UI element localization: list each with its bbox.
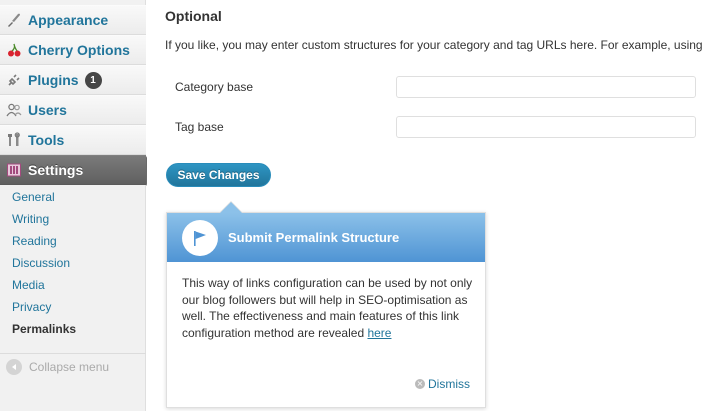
dismiss-button[interactable]: × Dismiss (415, 377, 470, 391)
submenu-item-privacy[interactable]: Privacy (0, 296, 146, 318)
cherry-icon (5, 41, 23, 59)
menu-item-label: Settings (28, 162, 84, 178)
pointer-header: Submit Permalink Structure (167, 213, 485, 262)
urls-abbreviation: URLs (536, 38, 567, 52)
submenu-item-general[interactable]: General (0, 186, 146, 208)
menu-item-settings[interactable]: Settings (0, 155, 155, 186)
dismiss-label: Dismiss (428, 377, 470, 391)
settings-icon (5, 161, 23, 179)
flag-icon (182, 219, 218, 256)
tools-icon (5, 131, 23, 149)
menu-item-plugins[interactable]: Plugins 1 (0, 65, 146, 95)
users-icon (5, 101, 23, 119)
save-changes-button[interactable]: Save Changes (166, 163, 271, 187)
category-base-input[interactable] (396, 76, 696, 98)
permalink-pointer-popup: Submit Permalink Structure This way of l… (166, 201, 486, 408)
tag-base-input[interactable] (396, 116, 696, 138)
submenu-item-writing[interactable]: Writing (0, 208, 146, 230)
menu-item-cherry-options[interactable]: Cherry Options (0, 35, 146, 65)
menu-item-label: Users (28, 102, 67, 118)
update-count-badge: 1 (84, 71, 102, 89)
menu-item-label: Cherry Options (28, 42, 130, 58)
menu-item-label: Appearance (28, 12, 109, 28)
pointer-body: This way of links configuration can be u… (182, 275, 474, 341)
submenu-item-permalinks[interactable]: Permalinks (0, 318, 146, 340)
tag-base-label: Tag base (175, 120, 224, 134)
dismiss-x-icon: × (415, 379, 425, 389)
settings-submenu: General Writing Reading Discussion Media… (0, 186, 146, 340)
submenu-item-reading[interactable]: Reading (0, 230, 146, 252)
plugin-icon (5, 71, 23, 89)
menu-item-users[interactable]: Users (0, 95, 146, 125)
section-title: Optional (165, 8, 222, 24)
appearance-icon (5, 11, 23, 29)
menu-item-label: Tools (28, 132, 65, 148)
pointer-body-text: This way of links configuration can be u… (182, 276, 473, 340)
collapse-menu-button[interactable]: Collapse menu (0, 353, 146, 379)
pointer-arrow-fill (220, 202, 242, 213)
intro-text: If you like, you may enter custom struct… (165, 38, 715, 52)
intro-suffix: here. For example, using (566, 38, 703, 52)
admin-sidebar: Appearance Cherry Options Plugins 1 User… (0, 0, 155, 411)
submenu-item-discussion[interactable]: Discussion (0, 252, 146, 274)
intro-prefix: If you like, you may enter custom struct… (165, 38, 537, 52)
menu-item-appearance[interactable]: Appearance (0, 5, 146, 35)
category-base-label: Category base (175, 80, 254, 94)
pointer-title: Submit Permalink Structure (228, 230, 400, 245)
menu-item-tools[interactable]: Tools (0, 125, 146, 155)
menu-item-label: Plugins (28, 72, 79, 88)
main-content: Optional If you like, you may enter cust… (147, 0, 715, 411)
collapse-arrow-icon (6, 358, 22, 375)
collapse-menu-label: Collapse menu (29, 359, 110, 374)
pointer-here-link[interactable]: here (367, 326, 391, 340)
submenu-item-media[interactable]: Media (0, 274, 146, 296)
